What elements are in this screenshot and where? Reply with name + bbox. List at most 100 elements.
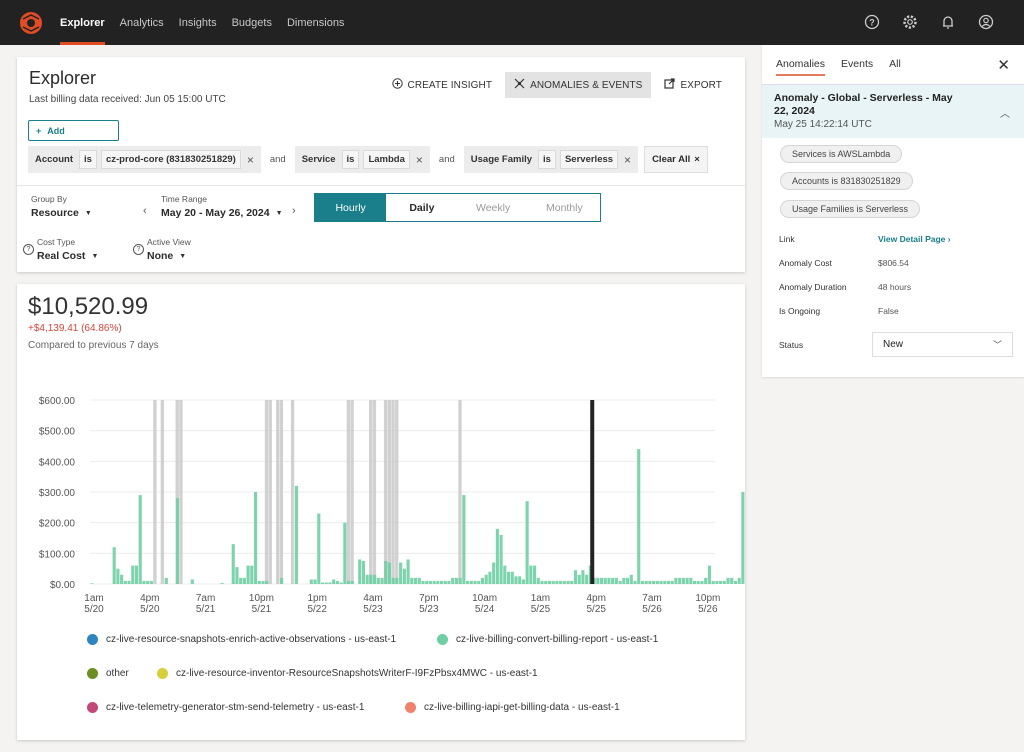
chevron-up-icon[interactable]: ︿	[1000, 105, 1010, 120]
help-icon[interactable]: ?	[23, 244, 34, 255]
bar	[175, 498, 179, 584]
bar	[358, 559, 362, 584]
bar	[164, 577, 168, 584]
tab-anomalies[interactable]: Anomalies	[776, 58, 826, 76]
bar	[90, 583, 94, 584]
close-panel-icon[interactable]: ✕	[997, 56, 1010, 74]
x-tick-date: 5/24	[475, 604, 495, 615]
remove-filter-icon[interactable]: ×	[245, 153, 256, 167]
filter-bar: Account is cz-prod-core (831830251829) ×…	[28, 146, 708, 173]
bar	[692, 580, 697, 584]
x-tick-date: 5/21	[252, 604, 272, 615]
bell-icon[interactable]	[938, 12, 958, 32]
legend-item[interactable]: cz-live-billing-convert-billing-report -…	[437, 634, 658, 645]
x-tick-label: 1am	[84, 593, 103, 604]
bar	[387, 562, 392, 584]
caret-down-icon: ▼	[91, 252, 99, 260]
cost-type-dropdown[interactable]: Cost Type Real Cost ▼	[37, 237, 98, 262]
bar	[581, 570, 585, 584]
nav-insights[interactable]: Insights	[179, 0, 217, 45]
bar	[123, 580, 127, 584]
bar	[451, 577, 455, 584]
create-insight-button[interactable]: CREATE INSIGHT	[383, 72, 502, 98]
x-tick-label: 7pm	[419, 593, 438, 604]
bar	[689, 577, 693, 584]
legend-item[interactable]: cz-live-telemetry-generator-stm-send-tel…	[87, 702, 364, 713]
active-view-dropdown[interactable]: Active View None ▼	[147, 237, 191, 262]
bar	[391, 577, 395, 584]
y-tick-label: $100.00	[39, 549, 76, 560]
bar	[618, 580, 622, 584]
bar	[629, 574, 633, 584]
gear-icon[interactable]	[900, 12, 920, 32]
bar	[112, 547, 116, 584]
legend-item[interactable]: cz-live-billing-iapi-get-billing-data - …	[405, 702, 620, 713]
bar	[577, 574, 581, 584]
clear-all-button[interactable]: Clear All ×	[644, 146, 708, 173]
event-band	[276, 400, 280, 584]
granularity-daily[interactable]: Daily	[386, 194, 457, 221]
help-icon[interactable]: ?	[133, 244, 144, 255]
granularity-monthly[interactable]: Monthly	[529, 194, 600, 221]
bar	[644, 580, 648, 584]
bar	[428, 580, 432, 584]
anomalies-events-button[interactable]: ANOMALIES & EVENTS	[505, 72, 652, 98]
bar	[250, 565, 254, 584]
legend-item[interactable]: cz-live-resource-snapshots-enrich-active…	[87, 634, 396, 645]
status-select[interactable]: New ﹀	[872, 332, 1013, 357]
granularity-weekly[interactable]: Weekly	[458, 194, 529, 221]
help-icon[interactable]: ?	[862, 12, 882, 32]
tab-events[interactable]: Events	[841, 58, 873, 76]
remove-filter-icon[interactable]: ×	[414, 153, 425, 167]
export-button[interactable]: EXPORT	[655, 72, 731, 98]
user-icon[interactable]	[976, 12, 996, 32]
bar	[666, 580, 671, 584]
is-ongoing-value: False	[878, 306, 899, 316]
add-filter-button[interactable]: + Add	[28, 120, 119, 141]
anomaly-timestamp: May 25 14:22:14 UTC	[774, 119, 872, 130]
y-tick-label: $600.00	[39, 396, 76, 407]
anomaly-item-header[interactable]: Anomaly - Global - Serverless - May 22, …	[762, 84, 1024, 138]
bar	[253, 492, 258, 584]
legend-label: cz-live-resource-snapshots-enrich-active…	[106, 634, 397, 645]
bar	[525, 501, 529, 584]
bar	[518, 576, 522, 584]
bar	[484, 574, 488, 584]
bar	[239, 577, 243, 584]
tab-all[interactable]: All	[889, 58, 901, 76]
nav-explorer[interactable]: Explorer	[60, 0, 105, 45]
nav-analytics[interactable]: Analytics	[120, 0, 164, 45]
legend-dot-icon	[87, 634, 98, 645]
filter-chip-account[interactable]: Account is cz-prod-core (831830251829) ×	[28, 146, 261, 173]
bar	[555, 580, 559, 584]
bar	[614, 577, 618, 584]
x-tick-label: 1pm	[307, 593, 326, 604]
y-tick-label: $300.00	[39, 488, 76, 499]
legend-label: cz-live-resource-inventor-ResourceSnapsh…	[176, 668, 538, 679]
group-by-dropdown[interactable]: Group By Resource ▼	[31, 194, 92, 219]
event-band	[346, 400, 351, 584]
filter-chip-service[interactable]: Service is Lambda ×	[294, 146, 430, 173]
granularity-hourly[interactable]: Hourly	[315, 194, 387, 221]
prev-range-chevron-icon[interactable]: ‹	[143, 205, 147, 217]
bar	[510, 571, 514, 584]
next-range-chevron-icon[interactable]: ›	[292, 205, 296, 217]
legend-dot-icon	[405, 702, 416, 713]
bar	[562, 580, 566, 584]
brand-logo-icon[interactable]	[18, 10, 44, 36]
legend-item[interactable]: other	[87, 668, 129, 679]
bar	[231, 544, 235, 584]
bar	[421, 580, 425, 584]
bar	[599, 577, 604, 584]
remove-filter-icon[interactable]: ×	[622, 153, 633, 167]
view-detail-link[interactable]: View Detail Page ›	[878, 234, 951, 244]
nav-budgets[interactable]: Budgets	[232, 0, 272, 45]
time-range-dropdown[interactable]: Time Range May 20 - May 26, 2024 ▼	[161, 194, 283, 219]
bar	[596, 577, 600, 584]
bar	[343, 522, 347, 584]
nav-dimensions[interactable]: Dimensions	[287, 0, 344, 45]
bar	[607, 577, 611, 584]
bar	[730, 577, 734, 584]
legend-item[interactable]: cz-live-resource-inventor-ResourceSnapsh…	[157, 668, 538, 679]
filter-chip-usage-family[interactable]: Usage Family is Serverless ×	[463, 146, 639, 173]
